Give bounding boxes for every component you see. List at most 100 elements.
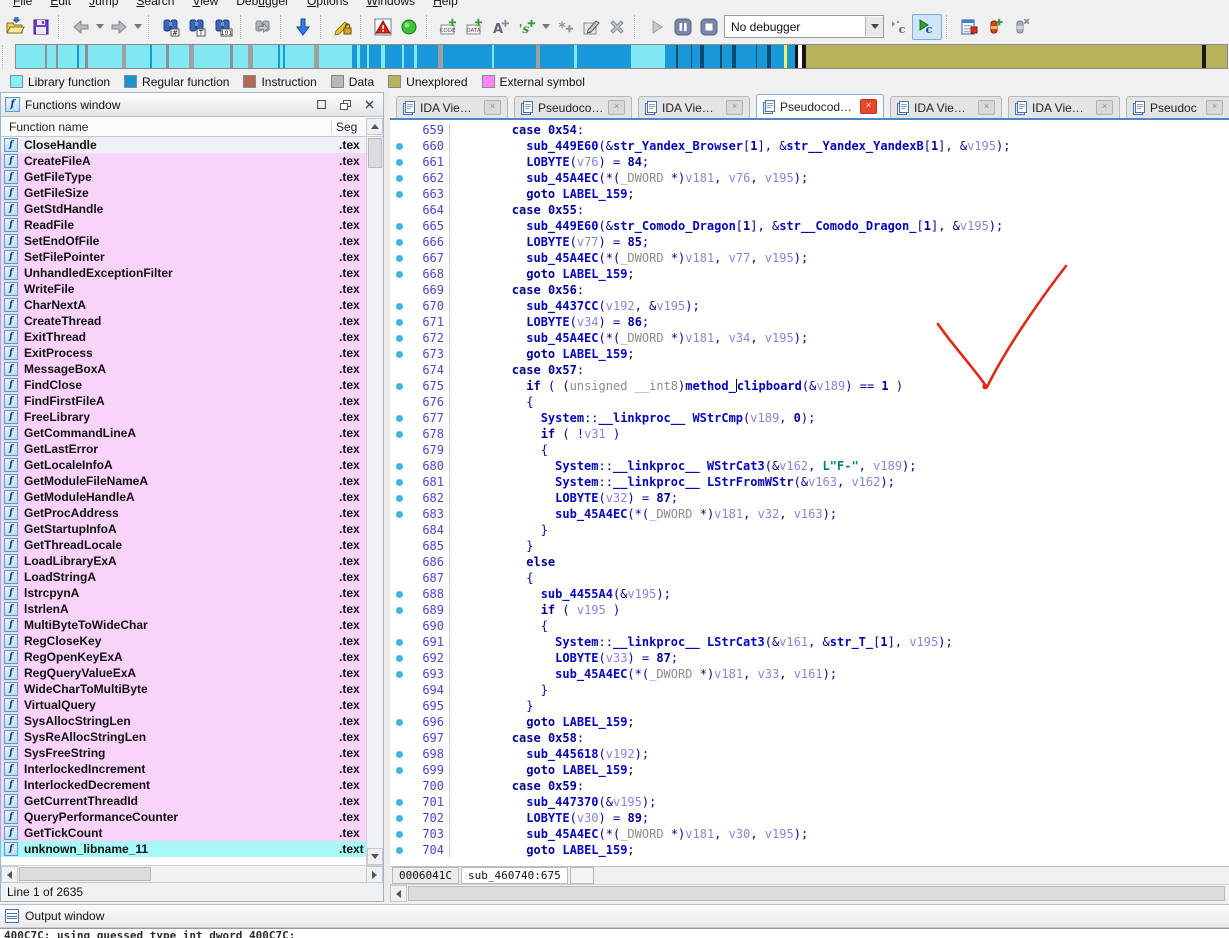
table-row[interactable]: f GetTickCount .tex (1, 825, 366, 841)
code-text[interactable]: goto LABEL_159; (449, 843, 1229, 857)
code-line[interactable]: 677 System::__linkproc__ WStrCmp(v189, 0… (390, 410, 1229, 426)
code-text[interactable]: sub_449E60(&str_Comodo_Dragon[1], &str__… (449, 219, 1229, 233)
table-row[interactable]: f FreeLibrary .tex (1, 409, 366, 425)
search-binary-icon[interactable]: 101 (210, 14, 236, 40)
code-text[interactable]: case 0x56: (449, 283, 1229, 297)
code-text[interactable]: sub_449E60(&str_Yandex_Browser[1], &str_… (449, 139, 1229, 153)
table-row[interactable]: f unknown_libname_11 .text (1, 841, 366, 857)
code-text[interactable]: System::__linkproc__ WStrCat3(&v162, L"F… (449, 459, 1229, 473)
nav-back-dropdown[interactable] (94, 14, 106, 40)
table-row[interactable]: f MultiByteToWideChar .tex (1, 617, 366, 633)
code-line[interactable]: 673 goto LABEL_159; (390, 346, 1229, 362)
make-data-icon[interactable]: DATA (462, 14, 488, 40)
make-string-dropdown[interactable] (540, 14, 552, 40)
code-line[interactable]: 678 if ( !v31 ) (390, 426, 1229, 442)
code-line[interactable]: 695 } (390, 698, 1229, 714)
make-function-icon[interactable]: * (552, 14, 578, 40)
table-row[interactable]: f GetStdHandle .tex (1, 201, 366, 217)
menu-search[interactable]: Search (127, 0, 183, 11)
debugger-windows-icon[interactable] (956, 14, 982, 40)
code-text[interactable]: sub_45A4EC(*(_DWORD *)v181, v32, v163); (449, 507, 1229, 521)
run-analysis-icon[interactable] (396, 14, 422, 40)
code-line[interactable]: 694 } (390, 682, 1229, 698)
table-row[interactable]: f RegQueryValueExA .tex (1, 665, 366, 681)
tab-close-icon[interactable]: × (484, 100, 501, 115)
scroll-up-icon[interactable] (366, 118, 383, 135)
table-row[interactable]: f GetStartupInfoA .tex (1, 521, 366, 537)
scrollbar-track[interactable] (152, 866, 366, 882)
code-line[interactable]: 684 } (390, 522, 1229, 538)
code-line[interactable]: 664 case 0x55: (390, 202, 1229, 218)
table-row[interactable]: f GetProcAddress .tex (1, 505, 366, 521)
table-row[interactable]: f SysReAllocStringLen .tex (1, 729, 366, 745)
tab-ida-view-5[interactable]: IDA Vie… × (1008, 96, 1120, 118)
code-text[interactable]: LOBYTE(v34) = 86; (449, 315, 1229, 329)
tab-close-icon[interactable]: × (978, 100, 995, 115)
table-row[interactable]: f GetLastError .tex (1, 441, 366, 457)
code-text[interactable]: System::__linkproc__ LStrFromWStr(&v163,… (449, 475, 1229, 489)
table-row[interactable]: f SysFreeString .tex (1, 745, 366, 761)
menu-view[interactable]: View (183, 0, 227, 11)
rename-icon[interactable]: A (488, 14, 514, 40)
table-row[interactable]: f RegCloseKey .tex (1, 633, 366, 649)
code-text[interactable]: LOBYTE(v32) = 87; (449, 491, 1229, 505)
scroll-left-icon[interactable] (390, 885, 407, 902)
code-text[interactable]: case 0x58: (449, 731, 1229, 745)
code-text[interactable]: goto LABEL_159; (449, 267, 1229, 281)
table-row[interactable]: f ExitProcess .tex (1, 345, 366, 361)
code-line[interactable]: 669 case 0x56: (390, 282, 1229, 298)
code-text[interactable]: { (449, 443, 1229, 457)
table-row[interactable]: f GetLocaleInfoA .tex (1, 457, 366, 473)
nav-forward-dropdown[interactable] (132, 14, 144, 40)
code-line[interactable]: 690 { (390, 618, 1229, 634)
table-row[interactable]: f lstrcpynA .tex (1, 585, 366, 601)
table-row[interactable]: f MessageBoxA .tex (1, 361, 366, 377)
code-line[interactable]: 663 goto LABEL_159; (390, 186, 1229, 202)
code-line[interactable]: 676 { (390, 394, 1229, 410)
output-window-titlebar[interactable]: Output window (0, 904, 1229, 928)
jump-icon[interactable] (290, 14, 316, 40)
table-row[interactable]: f UnhandledExceptionFilter .tex (1, 265, 366, 281)
code-line[interactable]: 670 sub_4437CC(v192, &v195); (390, 298, 1229, 314)
add-breakpoint-icon[interactable] (982, 14, 1008, 40)
scrollbar-thumb[interactable] (408, 886, 1225, 901)
table-row[interactable]: f RegOpenKeyExA .tex (1, 649, 366, 665)
code-line[interactable]: 689 if ( v195 ) (390, 602, 1229, 618)
menu-windows[interactable]: Windows (357, 0, 424, 11)
code-text[interactable]: sub_45A4EC(*(_DWORD *)v181, v33, v161); (449, 667, 1229, 681)
code-line[interactable]: 704 goto LABEL_159; (390, 842, 1229, 858)
code-line[interactable]: 687 { (390, 570, 1229, 586)
code-horizontal-scrollbar[interactable] (390, 884, 1229, 902)
debug-pause-icon[interactable] (670, 14, 696, 40)
code-line[interactable]: 666 LOBYTE(v77) = 85; (390, 234, 1229, 250)
code-line[interactable]: 699 goto LABEL_159; (390, 762, 1229, 778)
tab-pseudocode-6[interactable]: Pseudoc × (1126, 96, 1229, 118)
table-row[interactable]: f ExitThread .tex (1, 329, 366, 345)
menu-edit[interactable]: Edit (41, 0, 80, 11)
code-text[interactable]: case 0x54: (449, 123, 1229, 137)
table-row[interactable]: f QueryPerformanceCounter .tex (1, 809, 366, 825)
make-string-icon[interactable]: 's (514, 14, 540, 40)
tab-ida-view-2[interactable]: IDA Vie… × (638, 96, 750, 118)
menu-options[interactable]: Options (298, 0, 357, 11)
maximize-icon[interactable] (312, 96, 331, 113)
code-text[interactable]: sub_447370(&v195); (449, 795, 1229, 809)
code-text[interactable]: if ( v195 ) (449, 603, 1229, 617)
code-line[interactable]: 696 goto LABEL_159; (390, 714, 1229, 730)
code-text[interactable]: } (449, 683, 1229, 697)
debug-start-icon[interactable] (644, 14, 670, 40)
code-text[interactable]: { (449, 395, 1229, 409)
debugger-select-dropdown[interactable] (865, 17, 883, 36)
scrollbar-thumb[interactable] (368, 138, 382, 168)
code-text[interactable]: sub_4455A4(&v195); (449, 587, 1229, 601)
code-line[interactable]: 685 } (390, 538, 1229, 554)
search-next-icon[interactable] (250, 14, 276, 40)
pseudocode-view[interactable]: 659 case 0x54: 660 sub_449E60(&str_Yandex… (390, 120, 1229, 866)
code-line[interactable]: 693 sub_45A4EC(*(_DWORD *)v181, v33, v16… (390, 666, 1229, 682)
table-row[interactable]: f GetModuleHandleA .tex (1, 489, 366, 505)
code-line[interactable]: 665 sub_449E60(&str_Comodo_Dragon[1], &s… (390, 218, 1229, 234)
tab-ida-view-4[interactable]: IDA Vie… × (890, 96, 1002, 118)
menu-jump[interactable]: Jump (80, 0, 127, 11)
float-window-icon[interactable] (336, 96, 355, 113)
code-text[interactable]: sub_4437CC(v192, &v195); (449, 299, 1229, 313)
